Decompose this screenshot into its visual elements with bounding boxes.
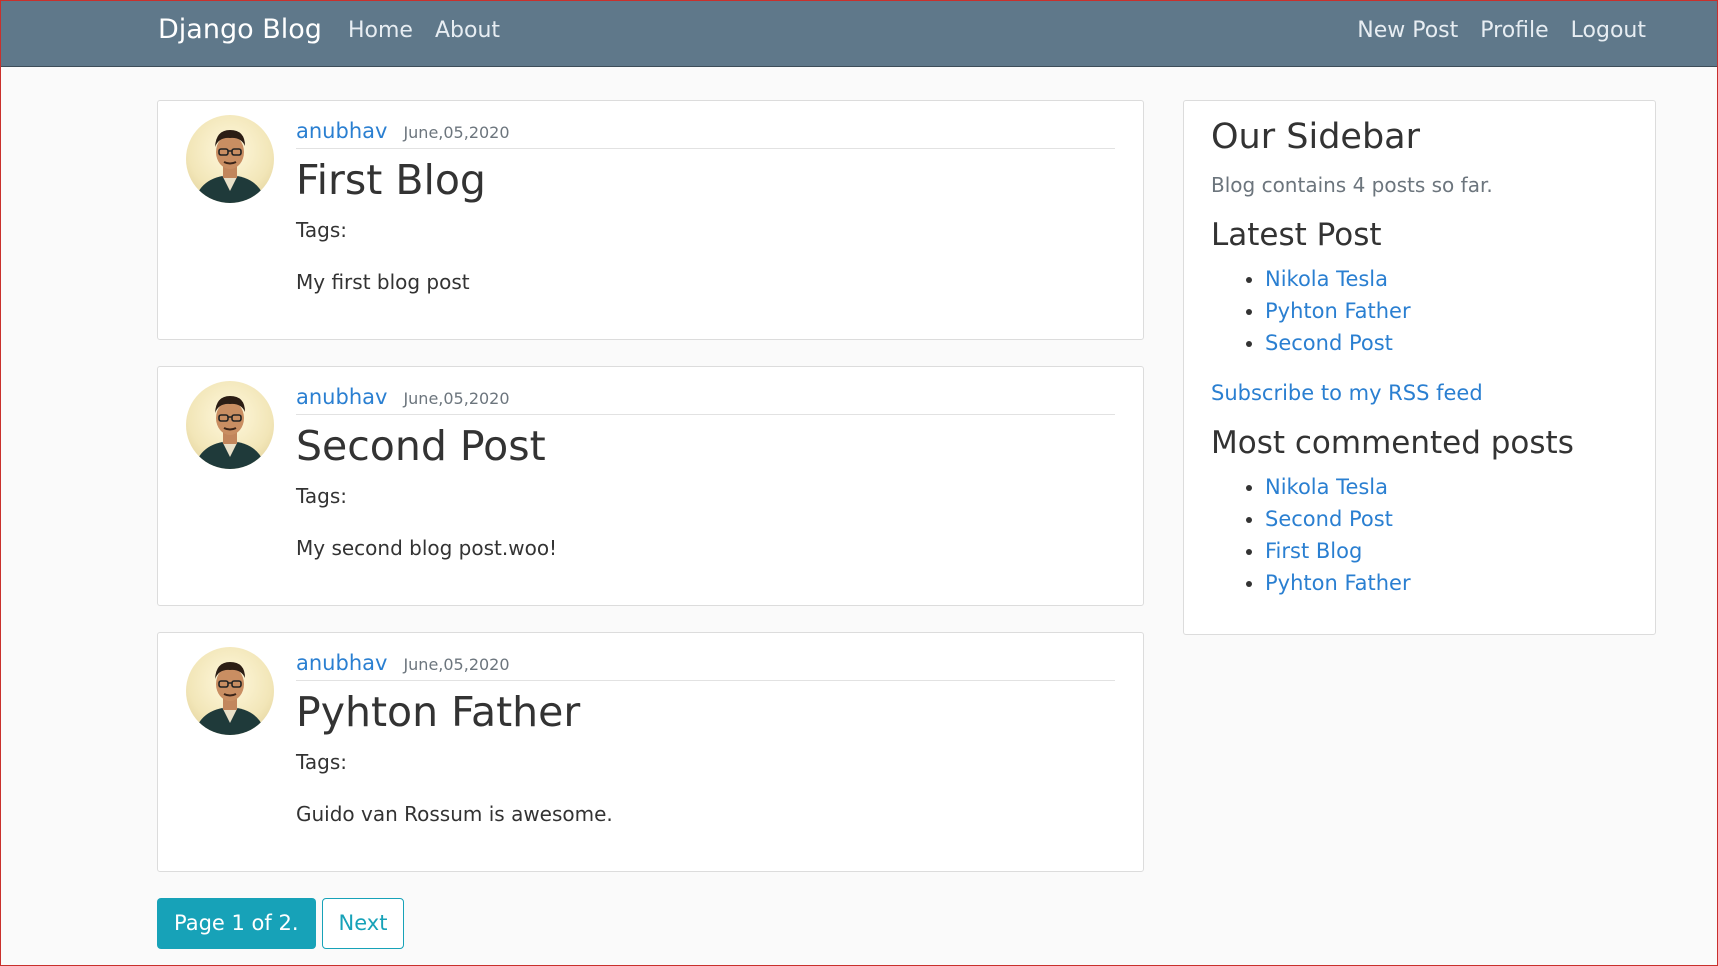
post-card: anubhav June,05,2020 Pyhton Father Tags:… [157, 632, 1144, 872]
post-meta: anubhav June,05,2020 [296, 651, 1115, 681]
nav-brand[interactable]: Django Blog [158, 14, 322, 45]
list-item: First Blog [1265, 535, 1628, 567]
post-content: My second blog post.woo! [296, 536, 558, 561]
latest-post-link[interactable]: Nikola Tesla [1265, 267, 1388, 291]
post-body: anubhav June,05,2020 Second Post Tags: M… [296, 385, 1115, 560]
navbar: Django Blog Home About New Post Profile … [0, 0, 1718, 67]
author-avatar [186, 115, 274, 203]
nav-logout-link[interactable]: Logout [1571, 18, 1646, 43]
post-title-link[interactable]: Pyhton Father [296, 688, 1115, 736]
post-count-text: Blog contains 4 posts so far. [1211, 173, 1493, 197]
latest-posts-heading: Latest Post [1211, 217, 1382, 253]
latest-post-link[interactable]: Second Post [1265, 331, 1393, 355]
nav-right-links: New Post Profile Logout [1357, 18, 1646, 43]
list-item: Second Post [1265, 327, 1628, 359]
post-list: anubhav June,05,2020 First Blog Tags: My… [157, 100, 1144, 898]
author-link[interactable]: anubhav [296, 385, 387, 409]
list-item: Pyhton Father [1265, 567, 1628, 599]
sidebar: Our Sidebar Blog contains 4 posts so far… [1183, 100, 1656, 635]
post-tags: Tags: [296, 484, 348, 509]
post-tags: Tags: [296, 218, 348, 243]
list-item: Nikola Tesla [1265, 471, 1628, 503]
rss-feed-link[interactable]: Subscribe to my RSS feed [1211, 381, 1628, 405]
post-card: anubhav June,05,2020 First Blog Tags: My… [157, 100, 1144, 340]
nav-profile-link[interactable]: Profile [1480, 18, 1548, 43]
pagination: Page 1 of 2. Next [157, 898, 405, 949]
author-link[interactable]: anubhav [296, 651, 387, 675]
post-body: anubhav June,05,2020 First Blog Tags: My… [296, 119, 1115, 294]
most-commented-link[interactable]: Nikola Tesla [1265, 475, 1388, 499]
author-avatar [186, 647, 274, 735]
page-indicator: Page 1 of 2. [157, 898, 316, 949]
nav-home-link[interactable]: Home [348, 18, 413, 43]
list-item: Second Post [1265, 503, 1628, 535]
latest-post-link[interactable]: Pyhton Father [1265, 299, 1411, 323]
avatar-portrait-icon [194, 662, 266, 735]
author-link[interactable]: anubhav [296, 119, 387, 143]
nav-new-post-link[interactable]: New Post [1357, 18, 1458, 43]
most-commented-link[interactable]: First Blog [1265, 539, 1362, 563]
post-content: My first blog post [296, 270, 470, 295]
most-commented-link[interactable]: Second Post [1265, 507, 1393, 531]
avatar-portrait-icon [194, 130, 266, 203]
post-card: anubhav June,05,2020 Second Post Tags: M… [157, 366, 1144, 606]
nav-about-link[interactable]: About [435, 18, 500, 43]
post-meta: anubhav June,05,2020 [296, 119, 1115, 149]
list-item: Pyhton Father [1265, 295, 1628, 327]
next-page-button[interactable]: Next [321, 898, 405, 949]
post-date: June,05,2020 [403, 655, 510, 674]
post-date: June,05,2020 [403, 123, 510, 142]
post-title-link[interactable]: Second Post [296, 422, 1115, 470]
most-commented-heading: Most commented posts [1211, 425, 1574, 461]
avatar-portrait-icon [194, 396, 266, 469]
list-item: Nikola Tesla [1265, 263, 1628, 295]
most-commented-list: Nikola Tesla Second Post First Blog Pyht… [1265, 471, 1628, 599]
post-tags: Tags: [296, 750, 348, 775]
latest-posts-list: Nikola Tesla Pyhton Father Second Post [1265, 263, 1628, 359]
post-date: June,05,2020 [403, 389, 510, 408]
sidebar-title: Our Sidebar [1211, 117, 1420, 157]
author-avatar [186, 381, 274, 469]
post-title-link[interactable]: First Blog [296, 156, 1115, 204]
nav-left-links: Home About [348, 18, 500, 43]
most-commented-link[interactable]: Pyhton Father [1265, 571, 1411, 595]
post-content: Guido van Rossum is awesome. [296, 802, 613, 827]
post-body: anubhav June,05,2020 Pyhton Father Tags:… [296, 651, 1115, 826]
post-meta: anubhav June,05,2020 [296, 385, 1115, 415]
